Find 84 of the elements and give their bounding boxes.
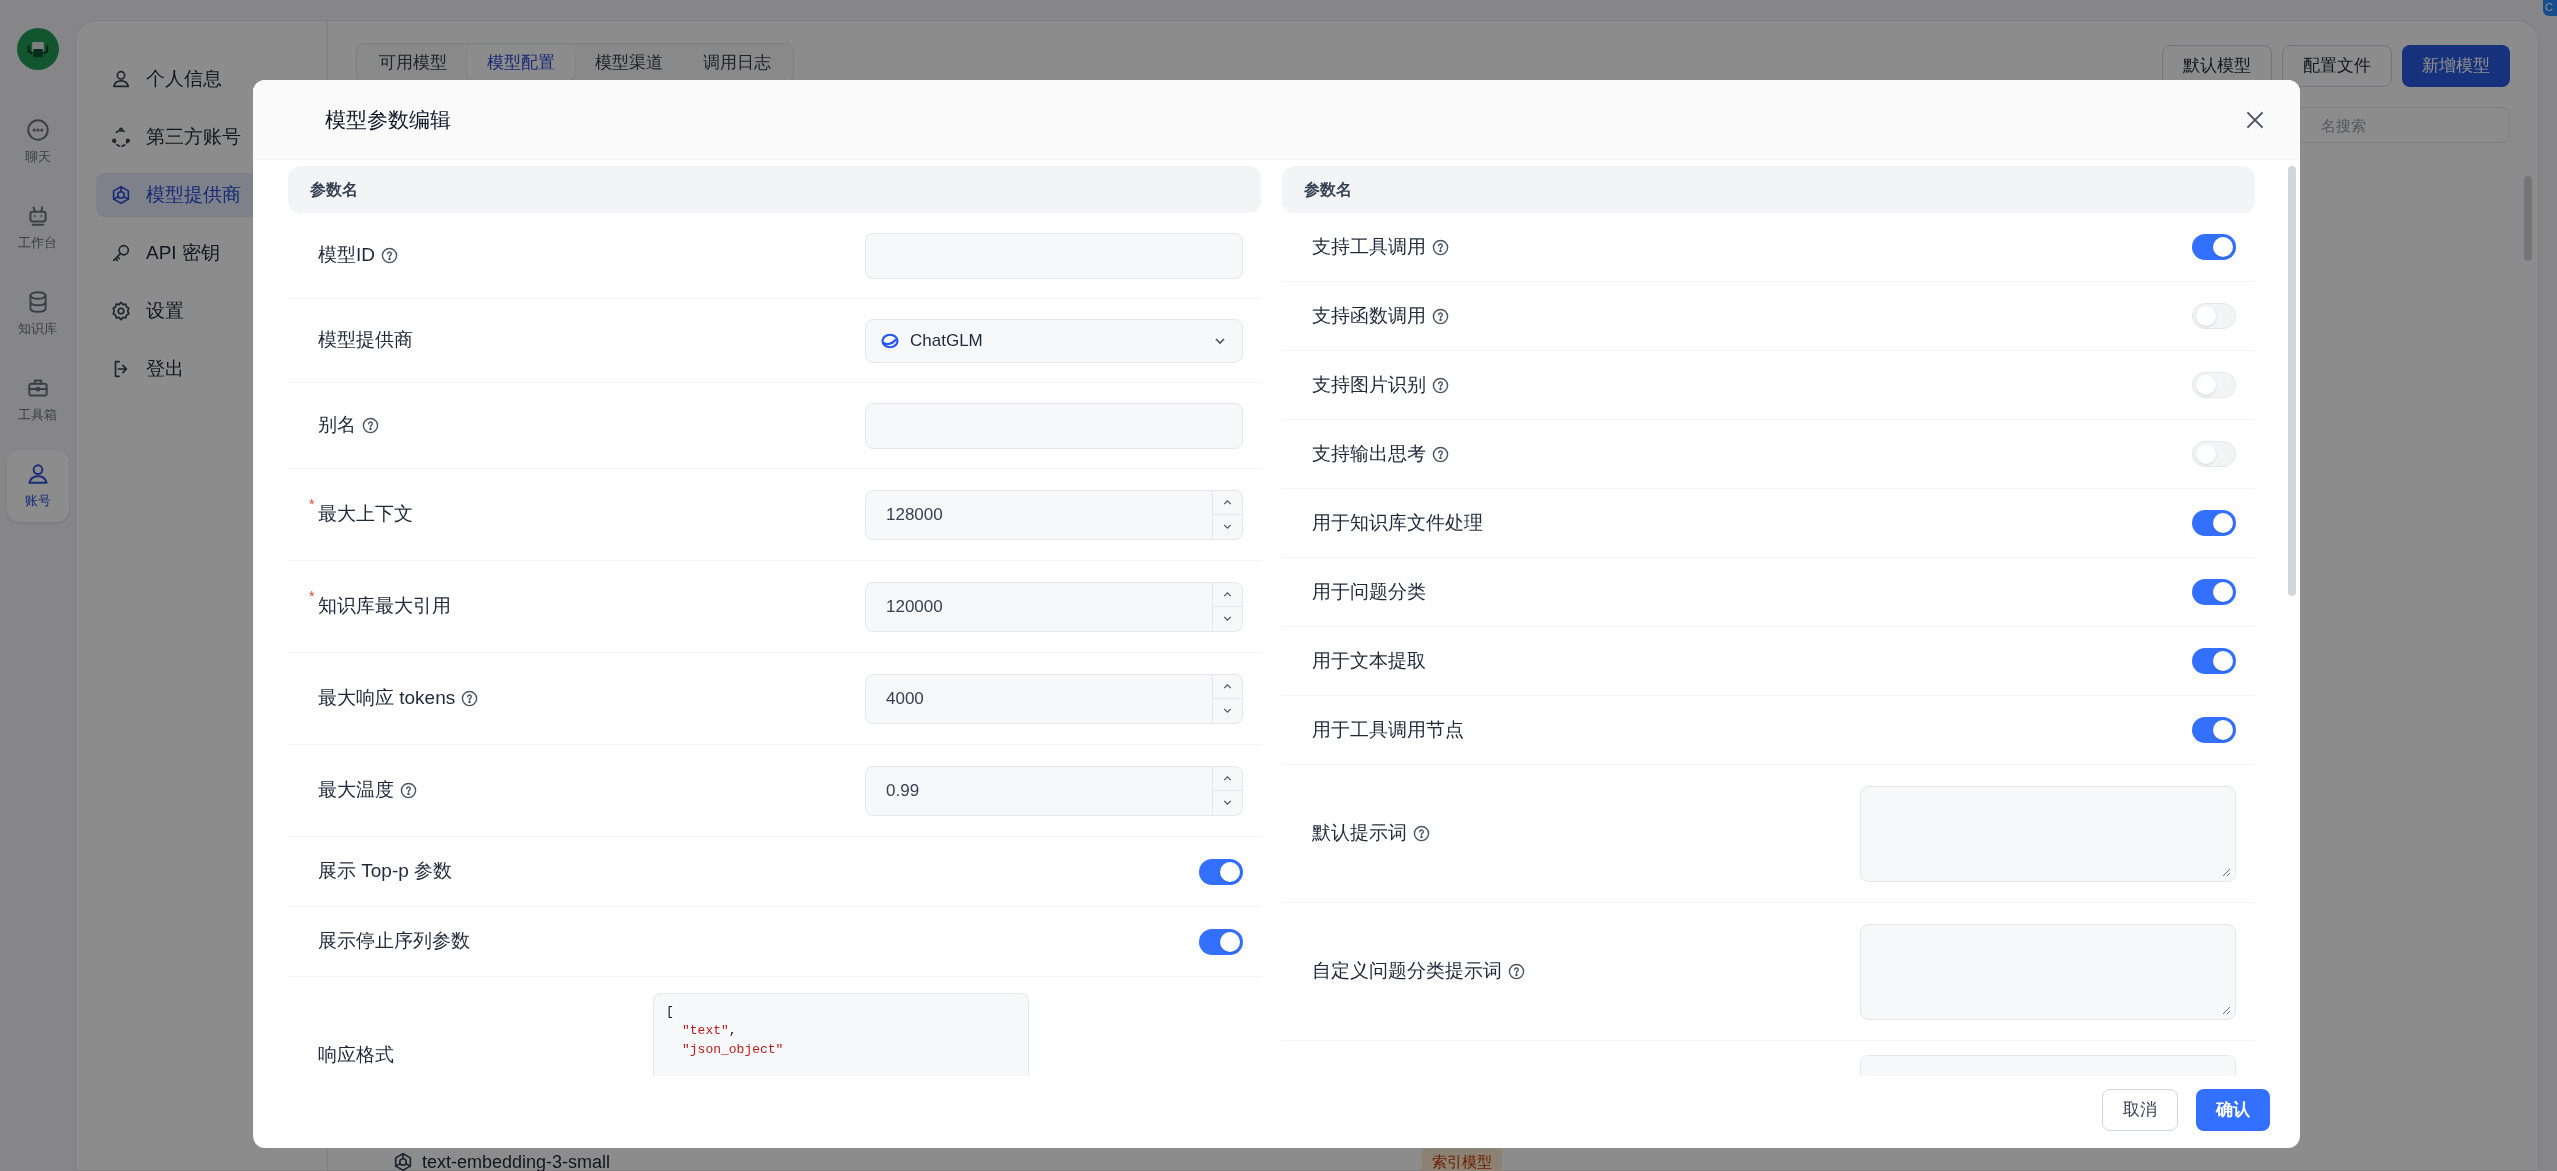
tab[interactable]: 模型渠道 xyxy=(575,46,683,80)
toolbar-button[interactable]: 配置文件 xyxy=(2282,45,2392,87)
help-icon[interactable] xyxy=(1432,376,1449,394)
scrollbar[interactable] xyxy=(2524,176,2532,261)
toggle-switch[interactable] xyxy=(1199,858,1243,885)
required-mark: * xyxy=(309,587,315,607)
field-label: 支持输出思考 xyxy=(1312,441,1426,466)
help-icon[interactable] xyxy=(1432,238,1449,256)
required-mark: * xyxy=(309,495,315,515)
model-name: text-embedding-3-small xyxy=(422,1150,612,1171)
help-icon[interactable] xyxy=(362,417,379,434)
toolbar-button[interactable]: 新增模型 xyxy=(2402,45,2510,87)
field-label: 最大上下文 xyxy=(318,502,413,527)
toggle-switch[interactable] xyxy=(2192,579,2236,605)
field-label: 用于工具调用节点 xyxy=(1312,717,1464,742)
field-label: 支持工具调用 xyxy=(1312,234,1426,259)
model-select[interactable]: ChatGLM xyxy=(865,318,1243,363)
help-icon[interactable] xyxy=(381,247,398,264)
toggle-switch[interactable] xyxy=(2192,510,2236,536)
help-icon[interactable] xyxy=(1413,825,1430,842)
toggle-switch[interactable] xyxy=(2192,441,2236,467)
field-label: 知识库最大引用 xyxy=(318,594,451,619)
dialog-title: 模型参数编辑 xyxy=(325,106,451,133)
code-line: [ xyxy=(666,1003,675,1021)
person-icon xyxy=(110,68,132,90)
toggle-switch[interactable] xyxy=(2192,372,2236,398)
field-label: 模型ID xyxy=(318,243,375,268)
field-label: 展示停止序列参数 xyxy=(318,929,470,954)
nav-item[interactable]: API 密钥 xyxy=(96,231,307,275)
field-label: 模型提供商 xyxy=(318,328,413,353)
code-line: "json_object" xyxy=(681,1041,785,1059)
tab[interactable]: 可用模型 xyxy=(359,46,467,80)
input-field[interactable] xyxy=(865,402,1243,449)
toggle-switch[interactable] xyxy=(1199,928,1243,955)
toggle-switch[interactable] xyxy=(2192,717,2236,743)
input-field[interactable] xyxy=(865,232,1243,279)
scrollbar[interactable] xyxy=(2288,166,2296,596)
toggle-switch[interactable] xyxy=(2192,648,2236,674)
column-header: 参数名 xyxy=(1282,166,2255,213)
model-tag: 索引模型 xyxy=(1422,1148,1502,1171)
field-label: 用于问题分类 xyxy=(1312,579,1426,604)
column-header: 参数名 xyxy=(288,166,1261,213)
field-label: 默认提示词 xyxy=(1312,821,1407,846)
code-line: "text", xyxy=(681,1022,738,1040)
model-icon xyxy=(392,1151,414,1171)
dialog-button[interactable]: 取消 xyxy=(2102,1089,2178,1131)
resize-grip-icon xyxy=(2221,1004,2231,1015)
field-label: 别名 xyxy=(318,413,356,438)
field-label: 最大响应 tokens xyxy=(318,686,456,711)
hexagon-icon xyxy=(110,184,132,206)
field-label: 自定义问题分类提示词 xyxy=(1312,959,1502,984)
help-icon[interactable] xyxy=(1508,963,1525,980)
rail-item[interactable]: 账号 xyxy=(6,450,69,522)
tab[interactable]: 模型配置 xyxy=(467,46,575,80)
help-icon[interactable] xyxy=(400,782,417,799)
field-label: 用于知识库文件处理 xyxy=(1312,510,1483,535)
nav-item[interactable]: 登出 xyxy=(96,347,307,391)
connection-icon xyxy=(110,126,132,148)
help-icon[interactable] xyxy=(461,690,479,707)
tab[interactable]: 调用日志 xyxy=(683,46,791,80)
robot-logo xyxy=(16,28,59,70)
help-icon[interactable] xyxy=(1432,445,1449,463)
rail-item[interactable]: 工具箱 xyxy=(6,364,69,436)
resize-grip-icon xyxy=(2221,866,2231,877)
field-label: 支持图片识别 xyxy=(1312,372,1426,397)
nav-item[interactable]: 设置 xyxy=(96,289,307,333)
nav-item[interactable]: 第三方账号 xyxy=(96,115,307,159)
field-label: 展示 Top-p 参数 xyxy=(318,859,453,884)
key-icon xyxy=(110,242,132,264)
rail-item[interactable]: 知识库 xyxy=(6,278,69,350)
toggle-switch[interactable] xyxy=(2192,234,2236,260)
nav-item[interactable]: 个人信息 xyxy=(96,57,307,101)
field-label: 响应格式 xyxy=(318,1043,394,1067)
toggle-switch[interactable] xyxy=(2192,303,2236,329)
rail-item[interactable]: 聊天 xyxy=(6,106,69,178)
settings-icon xyxy=(110,300,132,322)
field-label: 用于文本提取 xyxy=(1312,648,1426,673)
field-label: 最大温度 xyxy=(318,778,394,803)
chat-bubble-icon xyxy=(24,117,51,144)
rail-item[interactable]: 工作台 xyxy=(6,192,69,264)
code-editor[interactable]: [ "text", "json_object" xyxy=(653,993,1029,1076)
dialog-button[interactable]: 确认 xyxy=(2196,1089,2270,1131)
help-icon[interactable] xyxy=(1432,307,1449,325)
field-label: 支持函数调用 xyxy=(1312,303,1426,328)
